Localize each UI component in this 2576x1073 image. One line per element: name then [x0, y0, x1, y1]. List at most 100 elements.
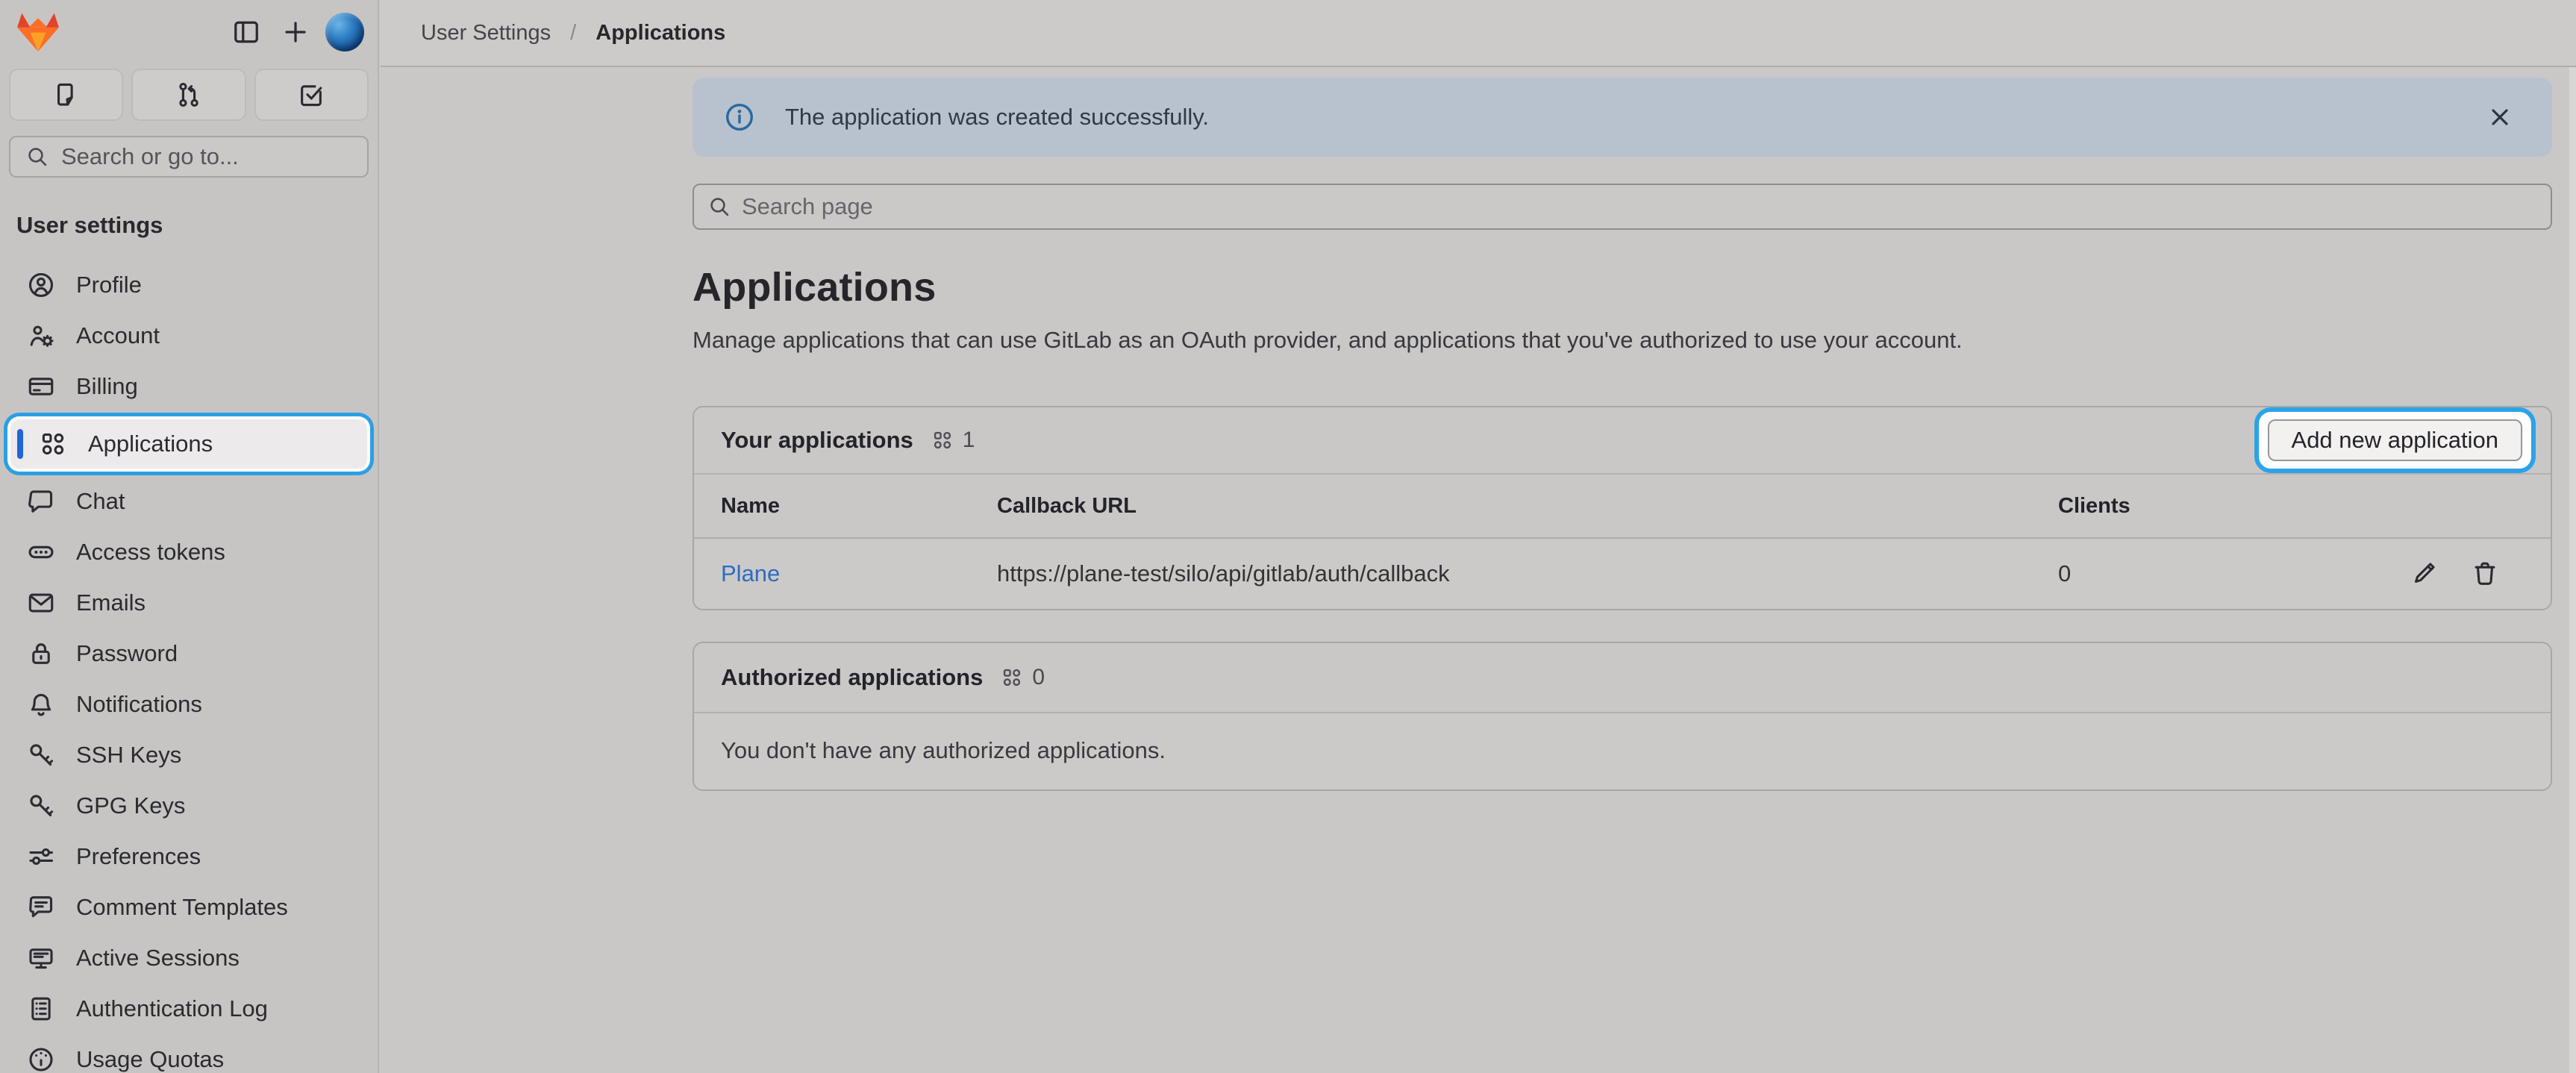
sidebar-item-authentication-log[interactable]: Authentication Log	[0, 983, 378, 1034]
password-icon	[27, 639, 55, 668]
your-applications-count: 1	[931, 428, 975, 453]
sidebar-nav: Profile Account Billing Applications Cha…	[0, 260, 378, 1073]
alert-message: The application was created successfully…	[785, 104, 2479, 131]
global-search-button[interactable]: Search or go to...	[9, 136, 369, 178]
authorized-applications-header: Authorized applications 0	[694, 643, 2551, 712]
authorized-applications-card: Authorized applications 0 You don't have…	[693, 642, 2552, 791]
applications-icon	[39, 430, 67, 458]
access-tokens-icon	[27, 538, 55, 566]
sidebar-item-label: Notifications	[76, 691, 202, 718]
close-icon	[2486, 103, 2514, 131]
comment-templates-icon	[27, 893, 55, 922]
breadcrumb-separator: /	[570, 21, 576, 45]
sidebar-item-label: GPG Keys	[76, 792, 185, 819]
sidebar-item-label: Preferences	[76, 843, 201, 870]
breadcrumb-user-settings-link[interactable]: User Settings	[421, 21, 551, 45]
page-content: The application was created successfully…	[693, 67, 2552, 791]
panel-toggle-icon	[231, 17, 261, 47]
application-clients-cell: 0	[2058, 560, 2304, 587]
sidebar-item-billing[interactable]: Billing	[0, 361, 378, 412]
sidebar-item-label: Authentication Log	[76, 995, 268, 1022]
todo-icon	[297, 81, 325, 109]
authorized-applications-empty-message: You don't have any authorized applicatio…	[694, 712, 2551, 789]
todo-shortcut-button[interactable]	[254, 69, 369, 121]
sidebar-item-label: SSH Keys	[76, 742, 181, 769]
alert-dismiss-button[interactable]	[2479, 96, 2521, 138]
authorized-applications-count-value: 0	[1032, 665, 1045, 690]
notifications-icon	[27, 690, 55, 719]
sidebar-item-gpg-keys[interactable]: GPG Keys	[0, 780, 378, 831]
sidebar-item-label: Applications	[88, 431, 213, 457]
page-title: Applications	[693, 264, 2552, 310]
application-table-row: Plane https://plane-test/silo/api/gitlab…	[694, 539, 2551, 609]
sidebar-item-label: Billing	[76, 373, 138, 400]
search-icon	[25, 145, 49, 169]
column-header-clients: Clients	[2058, 494, 2304, 519]
your-applications-count-value: 1	[963, 428, 975, 453]
emails-icon	[27, 589, 55, 617]
account-icon	[27, 322, 55, 350]
add-new-application-button[interactable]: Add new application	[2268, 419, 2522, 461]
gitlab-logo-icon[interactable]	[15, 10, 61, 54]
usage-quotas-icon	[27, 1045, 55, 1073]
breadcrumb-bar: User Settings / Applications	[381, 0, 2576, 67]
sidebar-item-comment-templates[interactable]: Comment Templates	[0, 882, 378, 933]
sidebar-item-label: Chat	[76, 488, 125, 515]
application-name-link[interactable]: Plane	[721, 560, 780, 586]
breadcrumb-current: Applications	[595, 21, 725, 45]
your-applications-header: Your applications 1 Add new application	[694, 407, 2551, 473]
application-name-cell: Plane	[694, 560, 997, 587]
authorized-applications-count: 0	[1001, 665, 1045, 690]
column-header-name: Name	[694, 494, 997, 519]
issues-shortcut-button[interactable]	[9, 69, 123, 121]
sidebar-item-access-tokens[interactable]: Access tokens	[0, 527, 378, 578]
sidebar-item-label: Profile	[76, 272, 142, 298]
sidebar-item-preferences[interactable]: Preferences	[0, 831, 378, 882]
sidebar-item-label: Comment Templates	[76, 894, 288, 921]
trash-icon	[2471, 560, 2499, 588]
issues-icon	[52, 81, 81, 109]
active-sessions-icon	[27, 944, 55, 972]
merge-requests-shortcut-button[interactable]	[131, 69, 246, 121]
sidebar-item-usage-quotas[interactable]: Usage Quotas	[0, 1034, 378, 1073]
delete-application-button[interactable]	[2464, 553, 2506, 595]
sidebar-section-title: User settings	[16, 212, 378, 239]
page-search-input[interactable]	[742, 193, 2537, 220]
profile-icon	[27, 271, 55, 299]
plus-icon	[281, 17, 310, 47]
sidebar-item-applications[interactable]: Applications	[10, 419, 367, 469]
sidebar-item-label: Usage Quotas	[76, 1046, 224, 1073]
billing-icon	[27, 372, 55, 401]
sidebar-item-emails[interactable]: Emails	[0, 578, 378, 628]
authorized-applications-title: Authorized applications	[721, 664, 983, 691]
sidebar-item-account[interactable]: Account	[0, 310, 378, 361]
applications-table-header: Name Callback URL Clients	[694, 473, 2551, 539]
edit-application-button[interactable]	[2403, 553, 2445, 595]
sidebar-shortcut-row	[9, 69, 369, 121]
page-search-box	[693, 184, 2552, 230]
user-avatar[interactable]	[325, 13, 364, 51]
sidebar-item-profile[interactable]: Profile	[0, 260, 378, 310]
sidebar-toggle-button[interactable]	[227, 13, 266, 51]
main-area: User Settings / Applications The applica…	[381, 0, 2576, 1073]
sidebar-item-chat[interactable]: Chat	[0, 476, 378, 527]
scrollbar-gutter[interactable]	[2569, 67, 2576, 1073]
page-description: Manage applications that can use GitLab …	[693, 327, 2552, 354]
sidebar-item-password[interactable]: Password	[0, 628, 378, 679]
add-application-focus-ring: Add new application	[2254, 407, 2536, 473]
info-icon	[724, 101, 755, 133]
key-icon	[27, 792, 55, 820]
sidebar-item-label: Access tokens	[76, 539, 225, 566]
sidebar-item-label: Active Sessions	[76, 945, 240, 972]
application-row-actions	[2304, 553, 2551, 595]
create-new-button[interactable]	[276, 13, 315, 51]
applications-icon	[1001, 666, 1023, 689]
sidebar-top	[0, 0, 378, 60]
your-applications-card: Your applications 1 Add new application …	[693, 406, 2552, 610]
sidebar-item-ssh-keys[interactable]: SSH Keys	[0, 730, 378, 780]
merge-request-icon	[175, 81, 203, 109]
sidebar-item-notifications[interactable]: Notifications	[0, 679, 378, 730]
preferences-icon	[27, 842, 55, 871]
sidebar-item-active-sessions[interactable]: Active Sessions	[0, 933, 378, 983]
chat-icon	[27, 487, 55, 516]
